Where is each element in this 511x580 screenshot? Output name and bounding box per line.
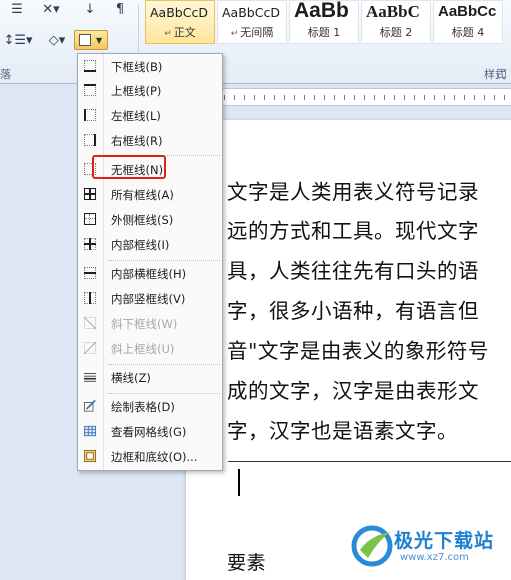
horizontal-ruler[interactable]	[185, 88, 511, 106]
menu-item-label: 斜下框线(W)	[111, 317, 178, 331]
indent-icon[interactable]: ☰	[6, 0, 28, 18]
border-left-icon	[84, 109, 96, 121]
menu-item-label: 左框线(L)	[111, 109, 161, 123]
border-icon	[79, 34, 91, 46]
menu-item-label: 斜上框线(U)	[111, 342, 175, 356]
menu-separator	[108, 260, 220, 261]
style-sample: AaBbC	[366, 2, 420, 21]
menu-item-border-inside-horizontal[interactable]: 内部横框线(H)	[78, 262, 222, 286]
border-diagonal-down-icon	[84, 317, 96, 329]
style-normal[interactable]: AaBbCcD ↵ 正文	[145, 0, 215, 44]
menu-item-border-diagonal-up[interactable]: 斜上框线(U)	[78, 337, 222, 361]
menu-item-label: 内部横框线(H)	[111, 267, 187, 281]
text-cursor	[238, 469, 240, 496]
horizontal-line-icon	[84, 373, 96, 382]
borders-dropdown-button[interactable]: ▼	[74, 30, 108, 50]
border-bottom-icon	[84, 60, 96, 72]
border-right-icon	[84, 134, 96, 146]
document-text-line: 音"文字是由表义的象形符号	[227, 339, 489, 363]
style-heading-1[interactable]: AaBb 标题 1	[289, 0, 359, 44]
document-text-line: 成的文字，汉字是由表形文	[227, 379, 479, 403]
style-sample: AaBbCcD	[222, 5, 280, 20]
chevron-down-icon: ▼	[96, 35, 103, 45]
menu-item-label: 右框线(R)	[111, 134, 163, 148]
style-name: ↵ 正文	[164, 26, 196, 39]
menu-item-border-right[interactable]: 右框线(R)	[78, 129, 222, 153]
dialog-launcher-icon[interactable]	[497, 69, 506, 78]
menu-separator	[108, 364, 220, 365]
document-text-line: 文字是人类用表义符号记录	[227, 180, 479, 204]
menu-item-borders-and-shading[interactable]: 边框和底纹(O)...	[78, 445, 222, 469]
style-heading-2[interactable]: AaBbC 标题 2	[361, 0, 431, 44]
view-gridlines-icon	[84, 425, 96, 437]
border-all-icon	[84, 188, 96, 200]
sort-icon[interactable]: ↓	[80, 0, 100, 18]
watermark: 极光下载站 www.xz7.com	[350, 524, 508, 570]
quick-styles-gallery: AaBbCcD ↵ 正文 AaBbCcD ↵ 无间隔 AaBb 标题 1 AaBbC…	[145, 0, 505, 45]
style-no-spacing[interactable]: AaBbCcD ↵ 无间隔	[217, 0, 287, 44]
document-text-line: 字，很多小语种，有语言但	[227, 299, 479, 323]
borders-shading-icon	[84, 450, 96, 462]
menu-item-label: 查看网格线(G)	[111, 425, 187, 439]
menu-item-border-left[interactable]: 左框线(L)	[78, 104, 222, 128]
style-heading-4[interactable]: AaBbCc 标题 4	[433, 0, 503, 44]
menu-item-label: 外侧框线(S)	[111, 213, 174, 227]
watermark-title: 极光下载站	[394, 530, 495, 552]
menu-item-label: 内部竖框线(V)	[111, 292, 186, 306]
watermark-logo-icon	[351, 525, 393, 567]
annotation-highlight-box	[92, 155, 166, 179]
style-name-text: 无间隔	[240, 26, 274, 39]
border-diagonal-up-icon	[84, 342, 96, 354]
menu-item-label: 下框线(B)	[111, 60, 163, 74]
menu-item-border-inside[interactable]: 内部框线(I)	[78, 233, 222, 257]
asian-layout-icon[interactable]: ✕▾	[36, 0, 66, 18]
menu-separator	[108, 393, 220, 394]
menu-item-border-outside[interactable]: 外侧框线(S)	[78, 208, 222, 232]
watermark-url: www.xz7.com	[400, 552, 469, 563]
draw-table-icon	[84, 400, 96, 412]
style-name: 标题 1	[307, 26, 341, 39]
menu-item-border-inside-vertical[interactable]: 内部竖框线(V)	[78, 287, 222, 311]
style-sample: AaBb	[294, 0, 349, 22]
menu-item-label: 边框和底纹(O)...	[111, 450, 198, 464]
border-top-icon	[84, 84, 96, 96]
menu-item-border-diagonal-down[interactable]: 斜下框线(W)	[78, 312, 222, 336]
menu-item-label: 横线(Z)	[111, 371, 151, 385]
style-sample: AaBbCc	[438, 3, 497, 20]
borders-dropdown-menu: 下框线(B) 上框线(P) 左框线(L) 右框线(R) 无框线(N) 所有框线(…	[77, 53, 223, 471]
style-name: ↵ 无间隔	[230, 26, 274, 39]
menu-item-label: 内部框线(I)	[111, 238, 170, 252]
border-inside-horizontal-icon	[84, 267, 96, 279]
shading-icon[interactable]: ◇▾	[44, 31, 70, 49]
show-marks-icon[interactable]: ¶	[112, 0, 128, 18]
style-name: 标题 2	[379, 26, 413, 39]
document-heading: 要素	[227, 552, 267, 574]
style-sample: AaBbCcD	[150, 5, 208, 20]
menu-item-horizontal-line[interactable]: 横线(Z)	[78, 366, 222, 390]
paragraph-group-label: 落	[0, 68, 11, 81]
document-text-line: 字，汉字也是语素文字。	[227, 419, 458, 443]
border-outside-icon	[84, 213, 96, 225]
menu-item-label: 上框线(P)	[111, 84, 162, 98]
document-text-line: 远的方式和工具。现代文字	[227, 219, 479, 243]
menu-item-label: 所有框线(A)	[111, 188, 174, 202]
border-inside-icon	[84, 238, 96, 250]
menu-item-draw-table[interactable]: 绘制表格(D)	[78, 395, 222, 419]
style-name: 标题 4	[451, 26, 485, 39]
menu-item-border-bottom[interactable]: 下框线(B)	[78, 55, 222, 79]
border-inside-vertical-icon	[84, 292, 96, 304]
document-text-line: 具，人类往往先有口头的语	[227, 259, 479, 283]
menu-item-view-gridlines[interactable]: 查看网格线(G)	[78, 420, 222, 444]
horizontal-rule	[228, 461, 511, 462]
menu-item-border-top[interactable]: 上框线(P)	[78, 79, 222, 103]
style-name-text: 正文	[173, 26, 196, 39]
menu-item-border-all[interactable]: 所有框线(A)	[78, 183, 222, 207]
line-spacing-icon[interactable]: ↕☰▾	[3, 31, 32, 49]
menu-item-label: 绘制表格(D)	[111, 400, 175, 414]
